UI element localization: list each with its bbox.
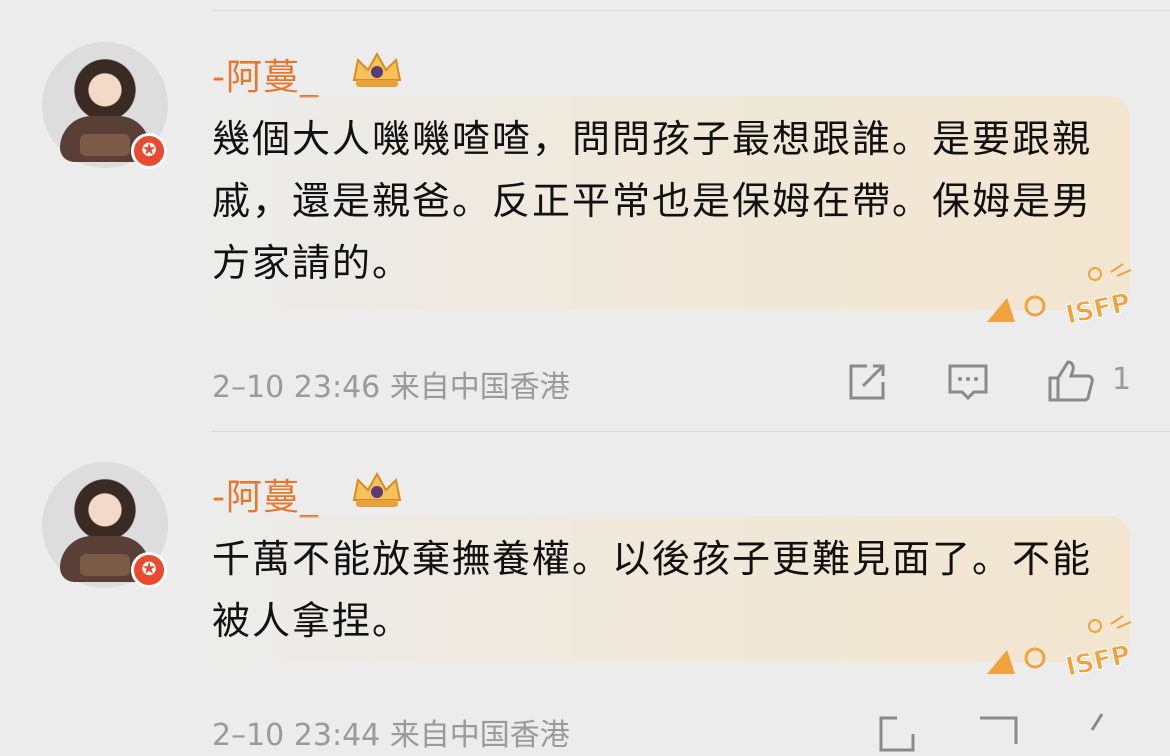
comment-date: 2–10 23:44 — [212, 718, 381, 753]
sticker-label: ISFP — [1063, 640, 1133, 683]
reply-icon[interactable] — [976, 712, 1020, 756]
username[interactable]: -阿蔓_ — [212, 468, 319, 520]
share-icon[interactable] — [875, 712, 919, 756]
verified-badge-icon: ✪ — [131, 552, 167, 588]
comment-text: 千萬不能放棄撫養權。以後孩子更難見面了。不能被人拿捏。 — [212, 537, 1093, 643]
isfp-sticker-icon: ISFP — [987, 615, 1134, 683]
comment-meta: 2–10 23:44 来自中国香港 — [212, 710, 570, 754]
comment-item: ✪ -阿蔓_ 千萬不能放棄撫養權。以後孩子更難見面了。不能被人拿捏。 ISFP … — [0, 0, 1170, 753]
like-icon[interactable] — [1080, 710, 1124, 754]
comment-location: 来自中国香港 — [389, 718, 570, 753]
crown-badge-icon — [352, 471, 402, 507]
avatar-cake — [80, 554, 130, 576]
